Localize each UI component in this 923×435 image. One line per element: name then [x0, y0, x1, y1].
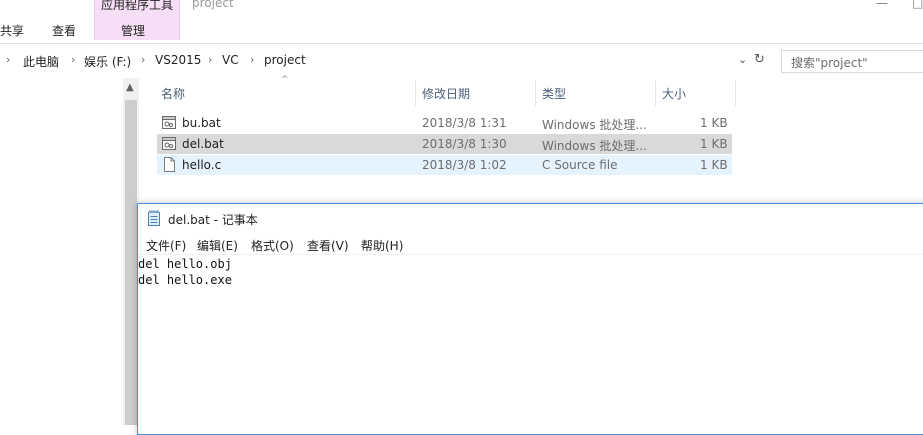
- file-size: 1 KB: [700, 116, 728, 130]
- menubar-divider: [138, 254, 923, 255]
- sort-ascending-icon: ^: [281, 75, 289, 85]
- file-row[interactable]: bu.bat 2018/3/8 1:31 Windows 批处理... 1 KB: [157, 113, 732, 133]
- maximize-button[interactable]: □: [912, 0, 923, 10]
- menu-help[interactable]: 帮助(H): [361, 237, 403, 254]
- notepad-menubar: 文件(F) 编辑(E) 格式(O) 查看(V) 帮助(H): [138, 232, 923, 254]
- file-type: Windows 批处理...: [542, 118, 647, 132]
- breadcrumb-this-pc[interactable]: 此电脑: [23, 53, 59, 70]
- column-header-type[interactable]: 类型: [542, 85, 566, 102]
- breadcrumb-vs2015[interactable]: VS2015: [155, 53, 201, 67]
- notepad-window[interactable]: del.bat - 记事本 文件(F) 编辑(E) 格式(O) 查看(V) 帮助…: [137, 203, 923, 435]
- search-input[interactable]: 搜索"project": [781, 50, 923, 73]
- file-name: bu.bat: [182, 116, 221, 130]
- chevron-right-icon: ›: [141, 53, 146, 66]
- tab-view[interactable]: 查看: [52, 22, 76, 39]
- refresh-icon[interactable]: ↻: [754, 52, 765, 67]
- file-date: 2018/3/8 1:30: [422, 137, 507, 151]
- file-name: del.bat: [182, 137, 224, 151]
- batch-file-icon: [162, 116, 176, 129]
- address-dropdown-icon[interactable]: ⌄: [738, 53, 747, 66]
- column-divider[interactable]: [655, 80, 656, 106]
- notepad-title: del.bat - 记事本: [168, 213, 258, 227]
- notepad-icon: [148, 210, 160, 226]
- file-date: 2018/3/8 1:02: [422, 158, 507, 172]
- file-row[interactable]: hello.c 2018/3/8 1:02 C Source file 1 KB: [157, 155, 732, 175]
- column-divider[interactable]: [735, 80, 736, 106]
- menu-file[interactable]: 文件(F): [146, 237, 186, 254]
- notepad-text-area[interactable]: del hello.obj del hello.exe: [138, 256, 918, 426]
- minimize-button[interactable]: —: [876, 0, 888, 10]
- file-size: 1 KB: [700, 137, 728, 151]
- batch-file-icon: [162, 137, 176, 150]
- tab-share[interactable]: 共享: [0, 22, 24, 39]
- chevron-right-icon: ›: [208, 53, 213, 66]
- file-type: Windows 批处理...: [542, 139, 647, 153]
- tab-manage[interactable]: 管理: [121, 22, 145, 39]
- file-type: C Source file: [542, 158, 618, 172]
- column-header-name[interactable]: 名称: [161, 85, 185, 102]
- breadcrumb-drive[interactable]: 娱乐 (F:): [84, 53, 131, 70]
- breadcrumb-vc[interactable]: VC: [222, 53, 239, 67]
- file-row[interactable]: del.bat 2018/3/8 1:30 Windows 批处理... 1 K…: [157, 134, 732, 154]
- column-header-size[interactable]: 大小: [662, 85, 686, 102]
- menu-format[interactable]: 格式(O): [251, 237, 294, 254]
- address-bar[interactable]: › 此电脑 › 娱乐 (F:) › VS2015 › VC › project: [0, 50, 770, 72]
- column-divider[interactable]: [535, 80, 536, 106]
- file-size: 1 KB: [700, 158, 728, 172]
- file-date: 2018/3/8 1:31: [422, 116, 507, 130]
- chevron-right-icon: ›: [6, 53, 11, 66]
- column-header-date[interactable]: 修改日期: [422, 85, 470, 102]
- context-tab-group: 应用程序工具 管理: [94, 0, 180, 40]
- file-name: hello.c: [182, 158, 222, 172]
- menu-edit[interactable]: 编辑(E): [197, 237, 238, 254]
- ribbon-divider: [0, 43, 923, 44]
- document-icon: [164, 157, 175, 172]
- window-title: project: [192, 0, 234, 10]
- scrollbar-thumb[interactable]: [125, 100, 137, 425]
- chevron-right-icon: ›: [71, 53, 76, 66]
- menu-view[interactable]: 查看(V): [307, 237, 349, 254]
- column-divider[interactable]: [415, 80, 416, 106]
- chevron-right-icon: ›: [250, 53, 255, 66]
- scroll-up-icon[interactable]: ▲: [126, 82, 134, 93]
- search-placeholder: 搜索"project": [791, 56, 868, 70]
- context-group-label: 应用程序工具: [101, 0, 174, 12]
- breadcrumb-project[interactable]: project: [264, 53, 306, 67]
